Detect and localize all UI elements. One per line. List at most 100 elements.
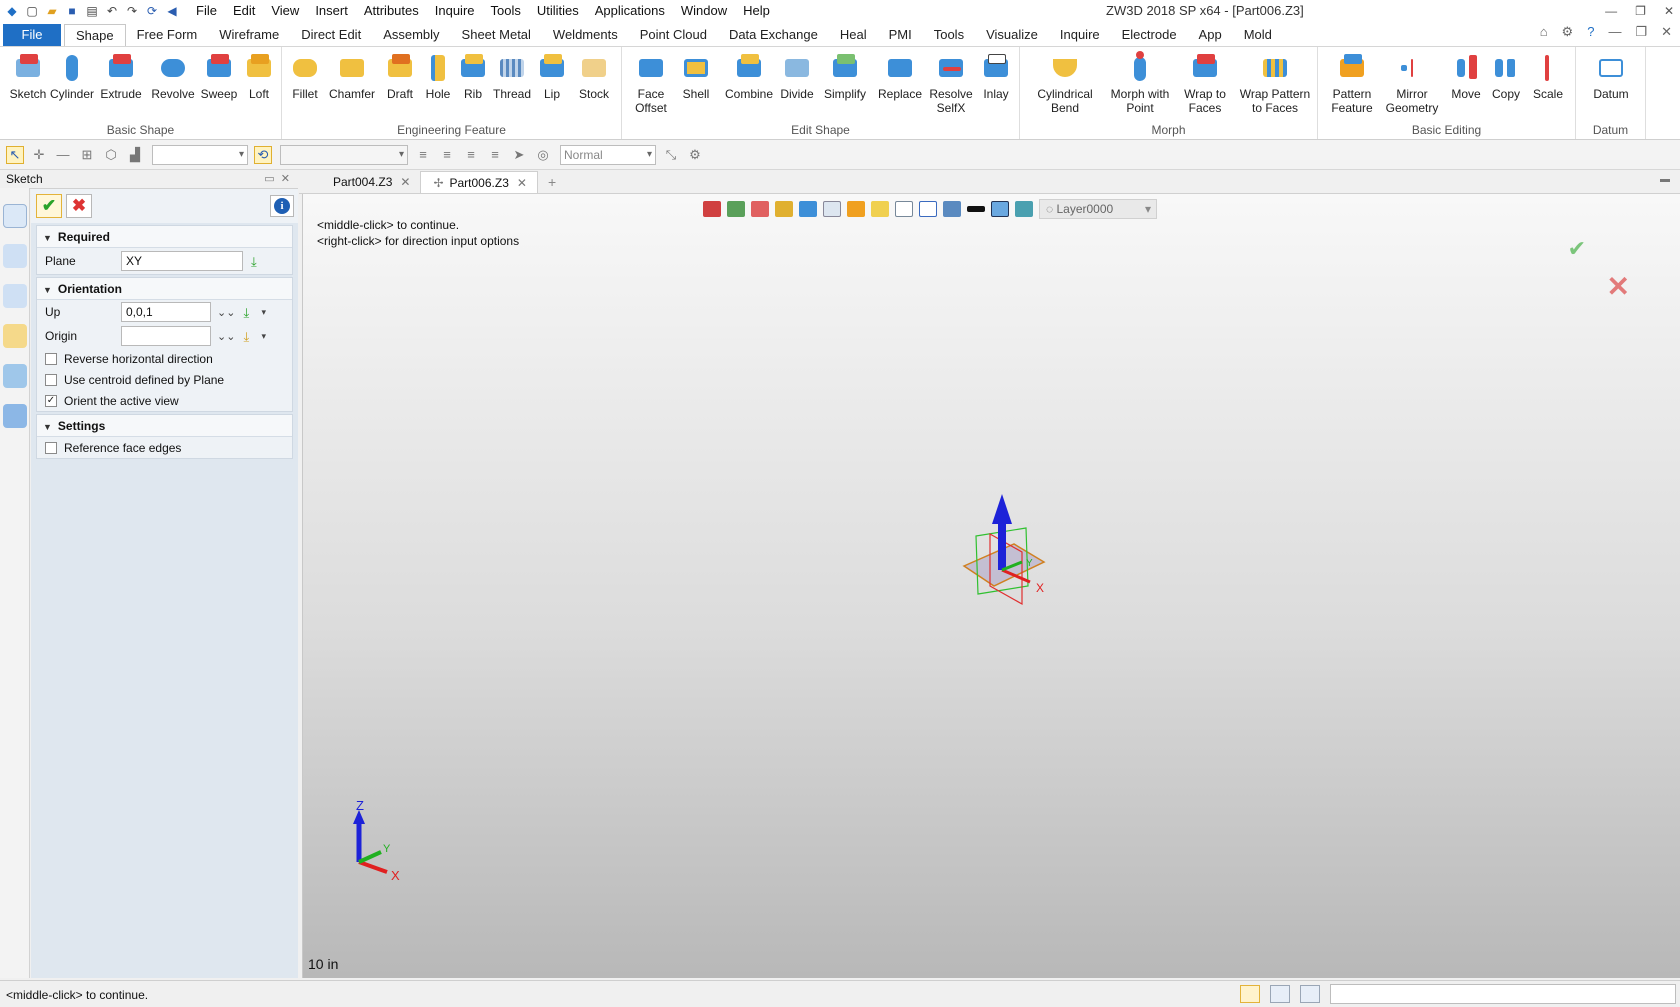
tab-mold[interactable]: Mold: [1233, 24, 1283, 46]
tab-visualize[interactable]: Visualize: [975, 24, 1049, 46]
move-button[interactable]: Move: [1446, 51, 1486, 101]
command-input[interactable]: [1330, 984, 1676, 1004]
layer-icon[interactable]: [1015, 201, 1033, 217]
view-filter-icon[interactable]: [727, 201, 745, 217]
layer-combo[interactable]: ◌ Layer0000: [1039, 199, 1157, 219]
home-icon[interactable]: ⌂: [1540, 24, 1548, 40]
feature-combo[interactable]: [280, 144, 408, 165]
cancel-button[interactable]: ✖: [66, 194, 92, 218]
revolve-button[interactable]: Revolve: [150, 51, 196, 101]
align-right-icon[interactable]: ≡: [462, 146, 480, 164]
scale-button[interactable]: Scale: [1528, 51, 1568, 101]
minimize-icon[interactable]: —: [1605, 0, 1617, 22]
menu-file[interactable]: File: [188, 0, 225, 22]
up-expand-icon[interactable]: ⌄⌄: [217, 306, 235, 319]
tab-inquire[interactable]: Inquire: [1049, 24, 1111, 46]
reference-face-edges-option[interactable]: Reference face edges: [37, 437, 292, 458]
ribbon-restore-icon[interactable]: ❐: [1635, 24, 1647, 40]
part-library-icon[interactable]: [3, 324, 27, 348]
menu-edit[interactable]: Edit: [225, 0, 263, 22]
mirror-geometry-button[interactable]: Mirror Geometry: [1382, 51, 1442, 115]
menu-insert[interactable]: Insert: [307, 0, 356, 22]
menu-tools[interactable]: Tools: [483, 0, 529, 22]
settings-gear-icon[interactable]: ⚙: [1562, 24, 1574, 40]
user-icon[interactable]: [3, 404, 27, 428]
tab-assembly[interactable]: Assembly: [372, 24, 450, 46]
zoom-all-icon[interactable]: [895, 201, 913, 217]
reverse-horizontal-checkbox[interactable]: [45, 352, 57, 365]
view-manager-icon[interactable]: [3, 364, 27, 388]
monitor-icon[interactable]: [1270, 985, 1290, 1003]
tab-direct-edit[interactable]: Direct Edit: [290, 24, 372, 46]
menu-inquire[interactable]: Inquire: [427, 0, 483, 22]
origin-dropdown-icon[interactable]: ▾: [261, 331, 266, 342]
menu-applications[interactable]: Applications: [587, 0, 673, 22]
layout-toggle-icon[interactable]: [1240, 985, 1260, 1003]
polygon-select-icon[interactable]: ⬡: [102, 146, 120, 164]
tab-data-exchange[interactable]: Data Exchange: [718, 24, 829, 46]
filter-combo[interactable]: [152, 144, 248, 165]
box-select-icon[interactable]: ⊞: [78, 146, 96, 164]
3d-viewport[interactable]: ◌ Layer0000 <middle-click> to continue. …: [302, 194, 1680, 978]
orient-active-view-checkbox[interactable]: ✓: [45, 394, 57, 407]
confirm-button[interactable]: ✔: [36, 194, 62, 218]
datum-button[interactable]: Datum: [1588, 51, 1634, 101]
combine-button[interactable]: Combine: [724, 51, 774, 101]
up-dropdown-icon[interactable]: ▾: [261, 307, 266, 318]
reverse-horizontal-option[interactable]: Reverse horizontal direction: [37, 348, 292, 369]
plane-pick-icon[interactable]: ⤓: [251, 254, 265, 269]
up-field[interactable]: 0,0,1: [121, 302, 211, 322]
draft-button[interactable]: Draft: [380, 51, 420, 101]
up-pick-icon[interactable]: ⤓: [243, 305, 257, 320]
exit-icon[interactable]: [703, 201, 721, 217]
snap-icon[interactable]: ◎: [534, 146, 552, 164]
face-offset-button[interactable]: Face Offset: [630, 51, 672, 115]
distribute-icon[interactable]: ≡: [486, 146, 504, 164]
align-left-icon[interactable]: ≡: [414, 146, 432, 164]
maximize-icon[interactable]: ❐: [1635, 0, 1646, 22]
cursor-icon[interactable]: ➤: [510, 146, 528, 164]
use-centroid-option[interactable]: Use centroid defined by Plane: [37, 369, 292, 390]
orient-active-view-option[interactable]: ✓ Orient the active view: [37, 390, 292, 411]
new-file-icon[interactable]: ▢: [24, 3, 40, 19]
back-icon[interactable]: ◀: [164, 3, 180, 19]
ribbon-close-icon[interactable]: ✕: [1661, 24, 1672, 40]
redo-icon[interactable]: ↷: [124, 3, 140, 19]
wrap-pattern-to-faces-button[interactable]: Wrap Pattern to Faces: [1234, 51, 1316, 115]
loft-button[interactable]: Loft: [241, 51, 277, 101]
info-button[interactable]: i: [270, 195, 294, 217]
viewport-confirm-icon[interactable]: ✔: [1568, 236, 1586, 262]
rib-button[interactable]: Rib: [456, 51, 490, 101]
tab-free-form[interactable]: Free Form: [126, 24, 209, 46]
shade-icon[interactable]: [775, 201, 793, 217]
orientation-header[interactable]: ▼ Orientation: [37, 278, 292, 300]
tab-electrode[interactable]: Electrode: [1111, 24, 1188, 46]
simplify-button[interactable]: Simplify: [822, 51, 868, 101]
display-icon[interactable]: [943, 201, 961, 217]
use-centroid-checkbox[interactable]: [45, 373, 57, 386]
extrude-button[interactable]: Extrude: [98, 51, 144, 101]
stock-button[interactable]: Stock: [574, 51, 614, 101]
tab-point-cloud[interactable]: Point Cloud: [629, 24, 718, 46]
new-tab-button[interactable]: +: [538, 171, 566, 193]
inlay-button[interactable]: Inlay: [976, 51, 1016, 101]
eraser-icon[interactable]: [751, 201, 769, 217]
cylinder-button[interactable]: Cylinder: [50, 51, 94, 101]
ribbon-minimize-icon[interactable]: —: [1608, 24, 1621, 40]
tab-tools[interactable]: Tools: [923, 24, 975, 46]
pick-mode-icon[interactable]: ⟲: [254, 145, 272, 164]
origin-field[interactable]: [121, 326, 211, 346]
close-tab-icon[interactable]: ✕: [517, 176, 527, 190]
origin-expand-icon[interactable]: ⌄⌄: [217, 330, 235, 343]
tab-weldments[interactable]: Weldments: [542, 24, 629, 46]
hole-button[interactable]: Hole: [420, 51, 456, 101]
tab-list-icon[interactable]: ▬: [1660, 174, 1670, 185]
history-manager-icon[interactable]: [3, 244, 27, 268]
regen-icon[interactable]: ⟳: [144, 3, 160, 19]
shell-button[interactable]: Shell: [676, 51, 716, 101]
required-header[interactable]: ▼ Required: [37, 226, 292, 248]
fillet-button[interactable]: Fillet: [286, 51, 324, 101]
sketch-manager-icon[interactable]: [3, 204, 27, 228]
sweep-button[interactable]: Sweep: [199, 51, 239, 101]
view-cube-icon[interactable]: [799, 201, 817, 217]
